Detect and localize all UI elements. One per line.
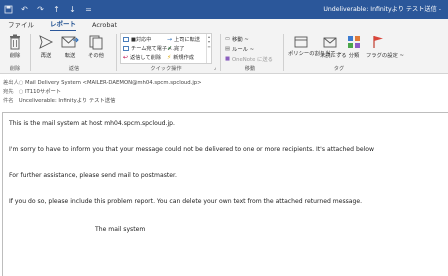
checkmark-icon: ✓ bbox=[167, 45, 173, 52]
divider bbox=[116, 34, 117, 71]
previous-item-icon[interactable]: ↑ bbox=[52, 5, 61, 14]
from-value[interactable]: Mail Delivery System <MAILER-DAEMON@mh04… bbox=[25, 80, 202, 86]
divider bbox=[30, 34, 31, 71]
quick-steps-group-label: クイック操作 bbox=[150, 66, 182, 72]
forward-label: 転送 bbox=[64, 53, 76, 59]
envelope-icon bbox=[323, 37, 337, 48]
customize-toolbar-icon[interactable]: = bbox=[84, 5, 93, 14]
forward-button[interactable]: 転送 bbox=[58, 34, 82, 59]
quick-step-icon bbox=[123, 37, 129, 42]
divider bbox=[220, 34, 221, 71]
team-mail-icon bbox=[123, 46, 129, 51]
next-item-icon[interactable]: ↓ bbox=[68, 5, 77, 14]
trash-icon bbox=[10, 34, 20, 50]
assign-policy-button[interactable]: ポリシーの割り当て ~ bbox=[288, 34, 342, 57]
body-paragraph: The mail system bbox=[95, 226, 146, 233]
flag-label: フラグの設定 ~ bbox=[366, 53, 404, 59]
move-button[interactable]: ▭ 移動 ~ bbox=[225, 35, 249, 43]
quick-step-done[interactable]: ✓ 完了 bbox=[167, 45, 184, 52]
quick-step-in-progress[interactable]: ■対応中 bbox=[123, 36, 151, 43]
move-folder-icon: ▭ bbox=[225, 36, 231, 42]
quick-step-forward-manager[interactable]: → 上司に転送 bbox=[167, 36, 200, 43]
flag-icon bbox=[373, 36, 383, 48]
body-paragraph: For further assistance, please send mail… bbox=[9, 172, 177, 179]
subject-row: 件名 Unceliverable: Infinityより テスト送信 bbox=[3, 96, 115, 104]
tab-file[interactable]: ファイル bbox=[8, 19, 34, 31]
onenote-button[interactable]: ■ OneNote に送る bbox=[225, 55, 273, 63]
quick-step-reply-delete[interactable]: ↩ 返信して削除 bbox=[123, 54, 161, 61]
from-row: 差出人 ○ Mail Delivery System <MAILER-DAEMO… bbox=[3, 78, 202, 86]
resend-button[interactable]: 再送 bbox=[34, 34, 58, 59]
window-title: Undeliverable: Infinityより テスト送信 - bbox=[323, 6, 441, 13]
tab-report[interactable]: レポート bbox=[50, 18, 76, 32]
to-row: 宛先 ○ IT110サポート bbox=[3, 87, 61, 95]
rules-icon: ▤ bbox=[225, 46, 231, 52]
onenote-icon: ■ bbox=[225, 56, 231, 62]
message-header: 差出人 ○ Mail Delivery System <MAILER-DAEMO… bbox=[0, 75, 448, 109]
from-label: 差出人 bbox=[3, 80, 19, 86]
ribbon-tabs: ファイル レポート Acrobat bbox=[0, 18, 448, 32]
subject-value: Unceliverable: Infinityより テスト送信 bbox=[18, 98, 116, 104]
delete-label: 削除 bbox=[9, 53, 21, 59]
lightning-icon: ⚡ bbox=[167, 54, 172, 61]
title-bar: ↶ ↷ ↑ ↓ = Undeliverable: Infinityより テスト送… bbox=[0, 0, 448, 19]
resend-label: 再送 bbox=[40, 53, 52, 59]
more-label: その他 bbox=[88, 53, 104, 59]
rules-button[interactable]: ▤ ルール ~ bbox=[225, 45, 254, 53]
divider bbox=[283, 34, 284, 71]
quick-steps-scrollbar[interactable]: ▴ ▾ ≡ bbox=[206, 34, 211, 63]
to-value[interactable]: IT110サポート bbox=[25, 89, 61, 95]
message-body[interactable]: This is the mail system at host mh04.spc… bbox=[2, 112, 448, 276]
tab-acrobat[interactable]: Acrobat bbox=[92, 19, 117, 31]
dialog-launcher-icon[interactable]: ⌟ bbox=[212, 65, 218, 71]
quick-steps-gallery: ■対応中 チーム宛て電子メ... ↩ 返信して削除 → 上司に転送 ✓ 完了 ⚡… bbox=[120, 33, 212, 64]
categorize-button[interactable]: 分類 bbox=[344, 34, 364, 59]
respond-group-label: 返信 bbox=[68, 66, 80, 72]
more-respond-button[interactable]: その他 bbox=[84, 34, 108, 59]
redo-icon[interactable]: ↷ bbox=[36, 5, 45, 14]
policy-icon bbox=[294, 36, 308, 48]
unread-label: 未読にする bbox=[320, 53, 347, 59]
categorize-icon bbox=[348, 36, 360, 48]
body-paragraph: This is the mail system at host mh04.spc… bbox=[9, 120, 175, 127]
forward-mail-icon bbox=[61, 36, 79, 48]
categorize-label: 分類 bbox=[348, 53, 360, 59]
tags-group-label: タグ bbox=[333, 66, 345, 72]
undo-icon[interactable]: ↶ bbox=[20, 5, 29, 14]
body-paragraph: I'm sorry to have to inform you that you… bbox=[9, 146, 375, 153]
quick-step-create-new[interactable]: ⚡ 新規作成 bbox=[167, 54, 194, 61]
mark-unread-button[interactable]: 未読にする bbox=[320, 34, 347, 59]
save-icon[interactable] bbox=[4, 5, 13, 14]
delete-group-label: 削除 bbox=[9, 66, 21, 72]
reply-icon: ↩ bbox=[123, 54, 129, 61]
follow-up-button[interactable]: フラグの設定 ~ bbox=[366, 34, 404, 59]
delete-button[interactable]: 削除 bbox=[3, 34, 27, 59]
body-paragraph: If you do so, please include this proble… bbox=[9, 198, 363, 205]
more-actions-icon bbox=[89, 35, 103, 50]
policy-label: ポリシーの割り当て ~ bbox=[288, 51, 342, 57]
ribbon: 削除 削除 再送 転送 その他 返信 ■対応中 チーム宛て電子メ... ↩ 返信… bbox=[0, 31, 448, 74]
send-icon bbox=[39, 35, 54, 49]
quick-access-toolbar: ↶ ↷ ↑ ↓ = bbox=[4, 5, 93, 14]
subject-label: 件名 bbox=[3, 98, 14, 104]
move-group-label: 移動 bbox=[244, 66, 256, 72]
to-label: 宛先 bbox=[3, 89, 14, 95]
forward-arrow-icon: → bbox=[167, 36, 173, 43]
